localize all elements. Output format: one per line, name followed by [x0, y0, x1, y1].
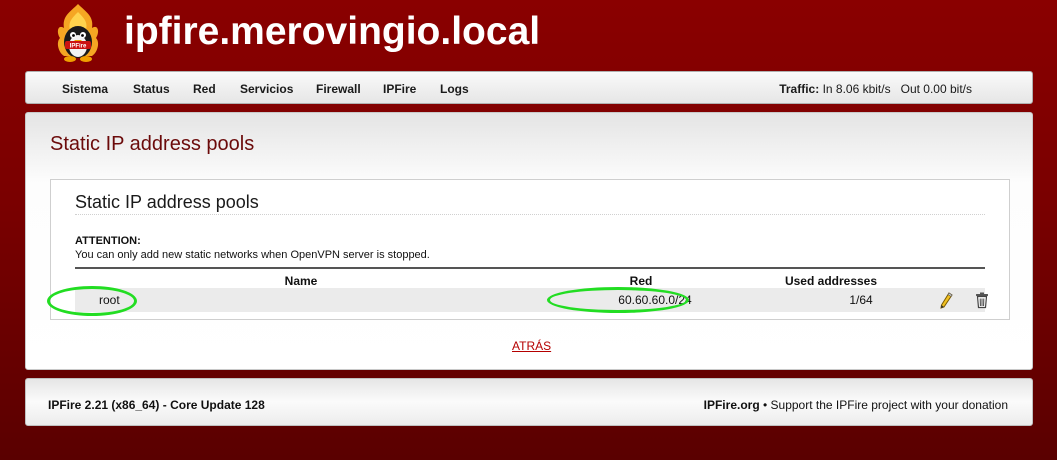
header: IPFire ipfire.merovingio.local: [0, 0, 1057, 70]
pool-name: root: [99, 293, 120, 307]
traffic-out: Out 0.00 bit/s: [900, 82, 972, 96]
nav-item-sistema[interactable]: Sistema: [62, 82, 108, 96]
title-divider: [75, 214, 985, 215]
table-row: root 60.60.60.0/24 1/64: [75, 288, 988, 312]
donation-text: IPFire.org • Support the IPFire project …: [704, 398, 1008, 412]
column-header-red: Red: [629, 274, 653, 288]
attention-text: You can only add new static networks whe…: [75, 249, 430, 261]
pool-used-addresses: 1/64: [849, 293, 873, 307]
pools-box: Static IP address pools ATTENTION: You c…: [47, 179, 1010, 320]
trash-icon[interactable]: [973, 291, 991, 309]
main-content: Static IP address pools Static IP addres…: [25, 112, 1033, 370]
pencil-icon[interactable]: [937, 291, 955, 309]
back-link[interactable]: ATRÁS: [512, 339, 551, 353]
nav-item-ipfire[interactable]: IPFire: [383, 82, 416, 96]
ipfire-logo[interactable]: IPFire: [52, 2, 104, 66]
column-header-used: Used addresses: [784, 274, 878, 288]
main-navbar: Sistema Status Red Servicios Firewall IP…: [25, 71, 1033, 104]
traffic-indicator: Traffic: In 8.06 kbit/s Out 0.00 bit/s: [779, 82, 972, 96]
box-title: Static IP address pools: [75, 192, 259, 212]
page-title: Static IP address pools: [50, 133, 255, 155]
nav-item-firewall[interactable]: Firewall: [316, 82, 361, 96]
nav-item-status[interactable]: Status: [133, 82, 170, 96]
column-header-name: Name: [284, 274, 318, 288]
hostname-title: ipfire.merovingio.local: [124, 10, 541, 53]
traffic-in: In 8.06 kbit/s: [822, 82, 891, 96]
version-info: IPFire 2.21 (x86_64) - Core Update 128: [48, 398, 265, 412]
nav-item-red[interactable]: Red: [193, 82, 216, 96]
table-header-rule: [75, 267, 985, 269]
ipfire-org-link[interactable]: IPFire.org: [704, 398, 760, 412]
support-text: • Support the IPFire project with your d…: [759, 398, 1008, 412]
pool-network: 60.60.60.0/24: [618, 293, 692, 307]
attention-title: ATTENTION:: [75, 235, 141, 247]
nav-item-servicios[interactable]: Servicios: [240, 82, 293, 96]
traffic-label: Traffic:: [779, 82, 820, 96]
logo-text: IPFire: [70, 44, 87, 50]
footer: IPFire 2.21 (x86_64) - Core Update 128 I…: [25, 378, 1033, 426]
nav-item-logs[interactable]: Logs: [440, 82, 469, 96]
